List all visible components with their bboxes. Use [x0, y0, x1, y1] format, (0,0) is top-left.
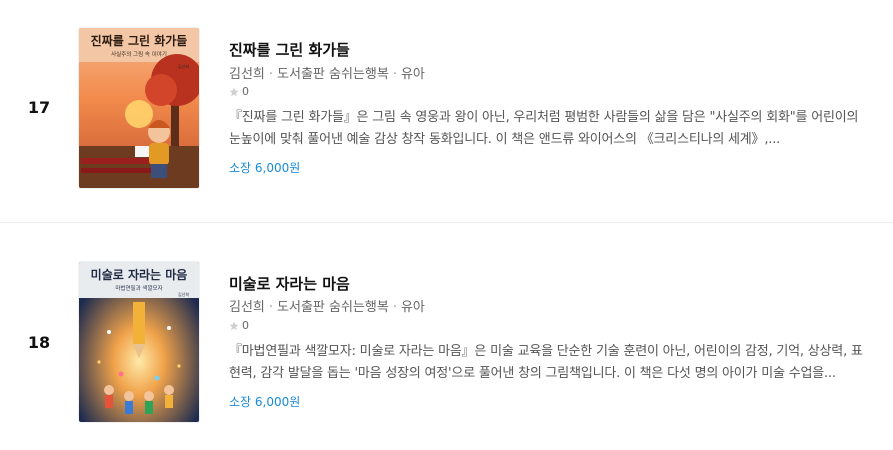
book-title[interactable]: 미술로 자라는 마음	[229, 273, 350, 294]
book-meta: 김선희 · 도서출판 숨쉬는행복 · 유아	[229, 67, 425, 82]
rank-number: 17	[27, 98, 51, 117]
star-icon	[229, 87, 239, 96]
book-title[interactable]: 진짜를 그린 화가들	[229, 39, 350, 60]
publisher-link[interactable]: 도서출판 숨쉬는행복	[277, 67, 389, 82]
book-cover[interactable]: 진짜를 그린 화가들 사실주의 그림 속 이야기 김선희	[79, 28, 199, 188]
author-link[interactable]: 김선희	[229, 67, 265, 82]
rating: 0	[229, 319, 249, 332]
author-link[interactable]: 김선희	[229, 300, 265, 315]
cover-subtitle: 사실주의 그림 속 이야기	[111, 50, 167, 58]
divider	[0, 222, 893, 223]
book-description: 『진짜를 그린 화가들』은 그림 속 영웅과 왕이 아닌, 우리처럼 평범한 사…	[229, 110, 859, 147]
book-description: 『마법연필과 색깔모자: 미술로 자라는 마음』은 미술 교육을 단순한 기술 …	[229, 344, 863, 381]
star-icon	[229, 321, 239, 330]
category-link[interactable]: 유아	[401, 300, 425, 315]
book-cover[interactable]: 미술로 자라는 마음 마법연필과 색깔모자 김선희	[79, 262, 199, 422]
cover-title: 미술로 자라는 마음	[91, 267, 188, 282]
rank-number: 18	[27, 333, 51, 352]
rating-count: 0	[242, 85, 249, 98]
category-link[interactable]: 유아	[401, 67, 425, 82]
book-list-item[interactable]: 17 진짜를 그린 화가들 사실주의 그림 속 이야기 김선희 진짜를 그린 화…	[0, 0, 893, 215]
cover-author: 김선희	[178, 291, 189, 297]
cover-author: 김선희	[178, 63, 189, 69]
price-label: 소장 6,000원	[229, 395, 301, 409]
cover-subtitle: 마법연필과 색깔모자	[115, 284, 162, 292]
price-label: 소장 6,000원	[229, 161, 301, 175]
book-list-item[interactable]: 18 미술로 자라는 마음 마법연필과 색깔모자 김선희 미술로 자라는 마음 …	[0, 235, 893, 450]
book-meta: 김선희 · 도서출판 숨쉬는행복 · 유아	[229, 300, 425, 315]
rating-count: 0	[242, 319, 249, 332]
rating: 0	[229, 85, 249, 98]
publisher-link[interactable]: 도서출판 숨쉬는행복	[277, 300, 389, 315]
cover-title: 진짜를 그린 화가들	[91, 33, 188, 48]
